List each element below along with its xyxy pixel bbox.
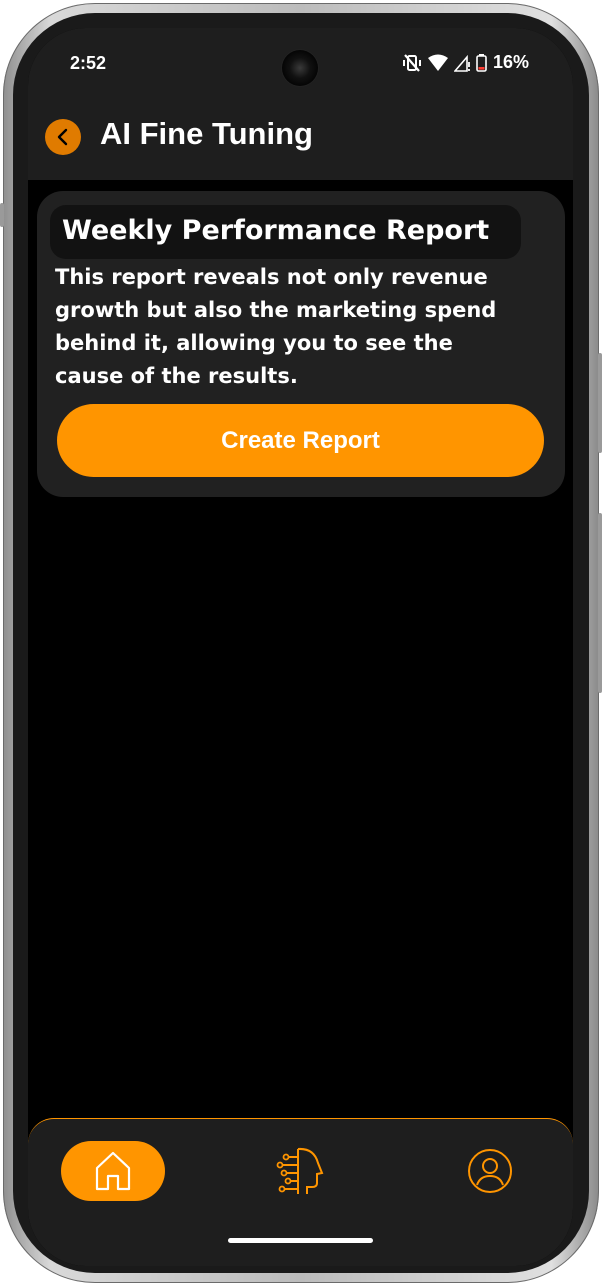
chevron-left-icon [57, 128, 68, 146]
profile-icon [468, 1149, 512, 1193]
battery-icon [476, 53, 487, 72]
ai-head-icon [276, 1147, 324, 1194]
report-card: Weekly Performance Report This report re… [37, 191, 565, 497]
card-title: Weekly Performance Report [62, 215, 490, 246]
signal-icon [453, 54, 470, 72]
home-icon [95, 1151, 131, 1191]
home-indicator[interactable] [228, 1238, 373, 1243]
create-report-button[interactable]: Create Report [57, 404, 544, 477]
card-title-container: Weekly Performance Report [50, 205, 521, 259]
vibrate-off-icon [402, 53, 421, 72]
power-button [0, 203, 4, 227]
status-time: 2:52 [70, 53, 107, 73]
status-icons: 16% [402, 52, 529, 73]
back-button[interactable] [45, 119, 81, 155]
nav-home-button[interactable] [61, 1141, 165, 1201]
app-screen: 2:52 16% AI Fine Tuning Weekly Performan… [28, 28, 573, 1266]
volume-up-button [598, 353, 602, 453]
battery-percentage: 16% [492, 52, 529, 72]
status-bar: 2:52 16% [28, 28, 573, 100]
bottom-navigation [28, 1118, 573, 1266]
nav-profile-button[interactable] [460, 1141, 520, 1201]
nav-ai-button[interactable] [270, 1141, 330, 1201]
front-camera [282, 50, 318, 86]
card-description: This report reveals not only revenue gro… [55, 265, 497, 388]
page-title: AI Fine Tuning [100, 116, 313, 151]
wifi-icon [427, 54, 448, 71]
volume-down-button [598, 513, 602, 693]
